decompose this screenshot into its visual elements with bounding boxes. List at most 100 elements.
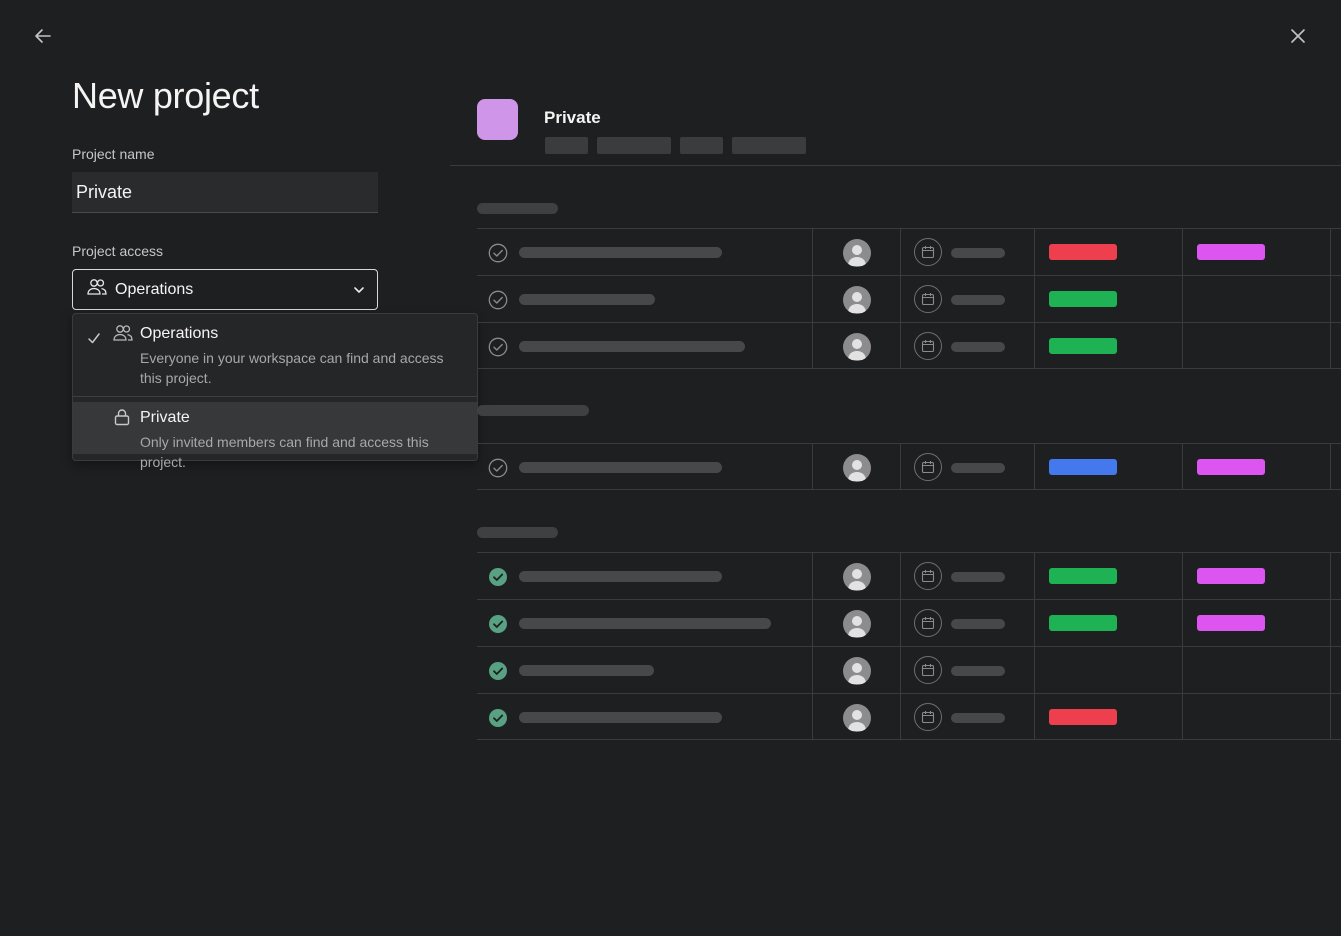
column-divider: [1034, 553, 1035, 599]
column-divider: [812, 553, 813, 599]
assignee-avatar: [843, 454, 871, 482]
field-tag: [1049, 568, 1117, 584]
field-tag: [1049, 338, 1117, 354]
assignee-avatar: [843, 704, 871, 732]
column-divider: [900, 694, 901, 739]
task-check-icon: [488, 243, 508, 263]
column-divider: [1034, 694, 1035, 739]
column-divider: [812, 444, 813, 489]
calendar-icon: [914, 332, 942, 360]
column-divider: [1330, 600, 1331, 646]
due-date-placeholder: [951, 619, 1005, 629]
task-check-icon: [488, 290, 508, 310]
column-divider: [1182, 276, 1183, 322]
column-divider: [900, 323, 901, 368]
section-header-placeholder: [477, 203, 558, 214]
preview-tabs-placeholder: [545, 137, 806, 154]
preview-project-name: Private: [544, 108, 601, 127]
divider: [450, 165, 1341, 166]
column-divider: [900, 444, 901, 489]
task-name-placeholder: [519, 571, 722, 582]
task-check-icon: [488, 661, 508, 681]
column-divider: [900, 647, 901, 693]
column-divider: [812, 276, 813, 322]
column-divider: [1330, 444, 1331, 489]
column-divider: [900, 276, 901, 322]
assignee-avatar: [843, 286, 871, 314]
column-divider: [1034, 229, 1035, 275]
column-divider: [812, 323, 813, 368]
chevron-down-icon: [353, 281, 365, 299]
calendar-icon: [914, 656, 942, 684]
field-tag: [1197, 244, 1265, 260]
task-check-icon: [488, 458, 508, 478]
column-divider: [1330, 647, 1331, 693]
project-name-input[interactable]: [72, 172, 378, 213]
calendar-icon: [914, 453, 942, 481]
project-access-dropdown: Operations Everyone in your workspace ca…: [72, 313, 478, 470]
task-row: [477, 228, 1341, 275]
task-row: [477, 646, 1341, 693]
back-arrow-icon[interactable]: [31, 24, 55, 48]
task-row: [477, 693, 1341, 740]
calendar-icon: [914, 285, 942, 313]
task-name-placeholder: [519, 247, 722, 258]
column-divider: [1034, 444, 1035, 489]
column-divider: [1182, 694, 1183, 739]
column-divider: [1182, 323, 1183, 368]
column-divider: [1330, 229, 1331, 275]
field-tag: [1197, 615, 1265, 631]
task-name-placeholder: [519, 294, 655, 305]
task-row: [477, 552, 1341, 599]
project-access-label: Project access: [72, 243, 164, 259]
section-header-placeholder: [477, 527, 558, 538]
column-divider: [1182, 647, 1183, 693]
column-divider: [1330, 276, 1331, 322]
due-date-placeholder: [951, 248, 1005, 258]
tab-placeholder: [545, 137, 588, 154]
column-divider: [1182, 553, 1183, 599]
task-check-icon: [488, 567, 508, 587]
task-row: [477, 599, 1341, 646]
field-tag: [1049, 459, 1117, 475]
task-row: [477, 443, 1341, 490]
column-divider: [812, 647, 813, 693]
assignee-avatar: [843, 239, 871, 267]
due-date-placeholder: [951, 572, 1005, 582]
new-project-form: New project Project name Project access …: [72, 74, 478, 310]
task-check-icon: [488, 708, 508, 728]
access-option-private[interactable]: Private Only invited members can find an…: [73, 402, 477, 470]
lock-icon: [113, 408, 131, 431]
team-icon: [113, 324, 133, 347]
project-preview: Private: [450, 0, 1341, 936]
field-tag: [1197, 568, 1265, 584]
task-name-placeholder: [519, 712, 722, 723]
column-divider: [1034, 323, 1035, 368]
tab-placeholder: [732, 137, 806, 154]
option-title: Operations: [140, 325, 219, 342]
access-option-operations[interactable]: Operations Everyone in your workspace ca…: [73, 314, 477, 397]
project-access-select[interactable]: Operations: [72, 269, 378, 310]
column-divider: [1034, 276, 1035, 322]
column-divider: [812, 694, 813, 739]
task-name-placeholder: [519, 665, 654, 676]
option-title: Private: [140, 409, 190, 426]
project-color-swatch: [477, 99, 518, 140]
column-divider: [1034, 600, 1035, 646]
task-name-placeholder: [519, 618, 771, 629]
field-tag: [1049, 291, 1117, 307]
column-divider: [900, 229, 901, 275]
calendar-icon: [914, 238, 942, 266]
assignee-avatar: [843, 657, 871, 685]
column-divider: [900, 553, 901, 599]
project-name-label: Project name: [72, 146, 155, 162]
task-name-placeholder: [519, 341, 745, 352]
column-divider: [1182, 600, 1183, 646]
task-check-icon: [488, 614, 508, 634]
assignee-avatar: [843, 563, 871, 591]
column-divider: [812, 600, 813, 646]
calendar-icon: [914, 562, 942, 590]
task-row: [477, 322, 1341, 369]
column-divider: [1182, 444, 1183, 489]
check-icon: [87, 331, 101, 349]
